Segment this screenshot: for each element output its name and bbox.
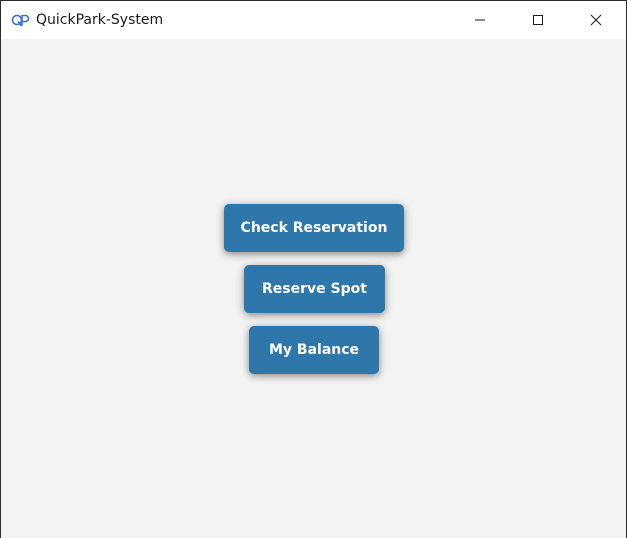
window-title: QuickPark-System: [36, 12, 164, 28]
title-bar[interactable]: QuickPark-System: [1, 1, 626, 39]
quickpark-logo-icon: [11, 12, 31, 28]
reserve-spot-button[interactable]: Reserve Spot: [244, 265, 385, 313]
app-window: QuickPark-System Check Reservation Reser…: [1, 1, 626, 538]
my-balance-button[interactable]: My Balance: [249, 326, 379, 374]
maximize-button[interactable]: [509, 1, 567, 39]
close-button[interactable]: [567, 1, 625, 39]
minimize-button[interactable]: [451, 1, 509, 39]
minimize-icon: [474, 14, 486, 26]
main-content: Check Reservation Reserve Spot My Balanc…: [1, 39, 626, 538]
maximize-icon: [532, 14, 544, 26]
close-icon: [590, 14, 602, 26]
check-reservation-button[interactable]: Check Reservation: [224, 204, 404, 252]
